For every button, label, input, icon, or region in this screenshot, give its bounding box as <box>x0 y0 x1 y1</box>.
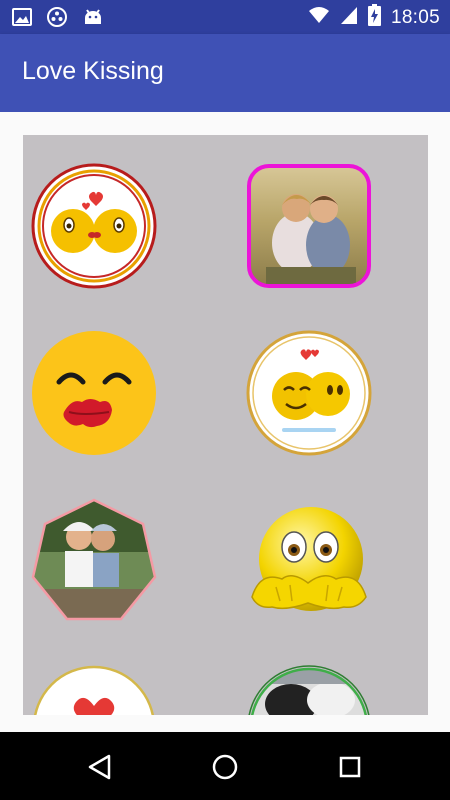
navigation-bar <box>0 732 450 800</box>
kids-kissing-photo-tile[interactable] <box>246 163 372 289</box>
photo-circle-icon <box>248 665 370 715</box>
photo-kids-bench-icon <box>31 498 157 621</box>
heart-circle-tile[interactable] <box>31 664 157 715</box>
battery-charging-icon <box>367 4 381 31</box>
app-title: Love Kissing <box>22 57 164 85</box>
signal-icon <box>340 5 358 30</box>
image-icon <box>12 7 32 32</box>
photo-kids-kiss-icon <box>247 164 371 288</box>
cheek-kiss-emoji-tile[interactable] <box>246 330 372 456</box>
status-time: 18:05 <box>390 6 440 28</box>
recents-icon <box>339 756 361 778</box>
circle-dots-icon <box>46 6 68 33</box>
hands-over-mouth-emoji-tile[interactable] <box>246 497 372 623</box>
kiss-lips-emoji-tile[interactable] <box>31 330 157 456</box>
kids-bench-photo-tile[interactable] <box>31 497 157 623</box>
home-button[interactable] <box>207 749 243 785</box>
back-icon <box>88 754 111 780</box>
kiss-lips-emoji-icon <box>32 331 156 455</box>
app-bar: Love Kissing <box>0 34 450 112</box>
photo-circle-tile[interactable] <box>246 664 372 715</box>
content-area[interactable] <box>0 112 450 732</box>
heart-circle-icon <box>33 665 155 715</box>
recents-button[interactable] <box>332 749 368 785</box>
android-icon <box>82 6 104 33</box>
kissing-emojis-icon <box>31 163 157 289</box>
wifi-icon <box>308 5 330 30</box>
cheek-kiss-emojis-icon <box>246 330 372 456</box>
shy-emoji-icon <box>251 507 367 611</box>
back-button[interactable] <box>82 749 118 785</box>
image-grid[interactable] <box>23 135 428 715</box>
status-bar: 18:05 <box>0 0 450 34</box>
kissing-emoji-circle-tile[interactable] <box>31 163 157 289</box>
home-icon <box>212 754 238 780</box>
